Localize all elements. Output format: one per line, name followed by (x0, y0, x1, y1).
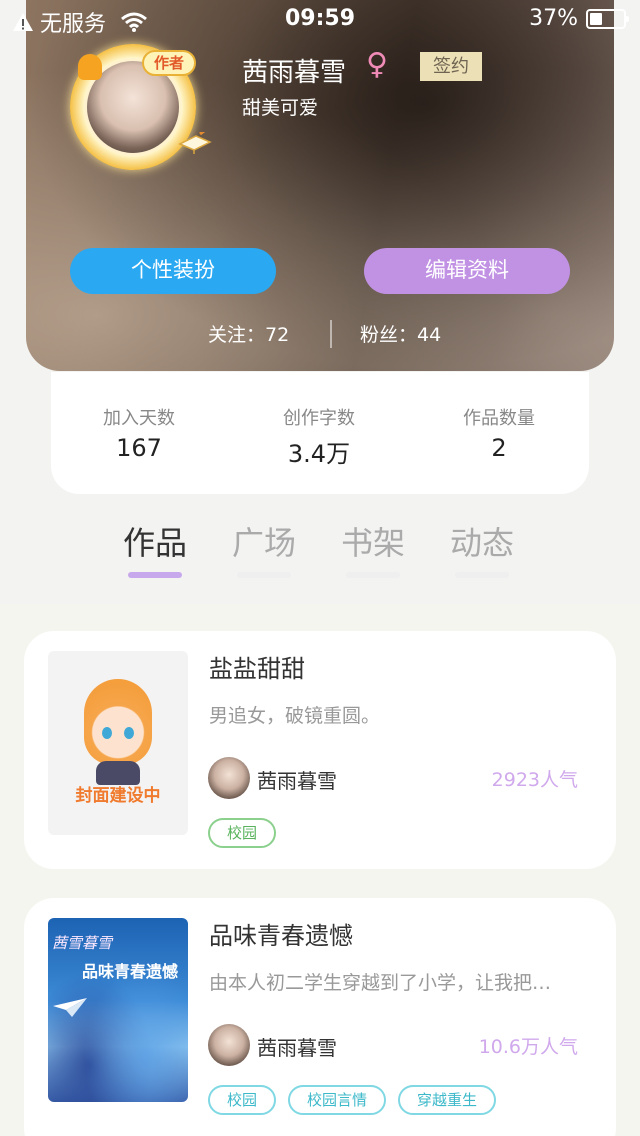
edit-profile-button[interactable]: 编辑资料 (364, 248, 570, 294)
battery-icon (586, 8, 629, 29)
tab-indicator (346, 572, 400, 578)
work-title[interactable]: 品味青春遗憾 (209, 916, 353, 951)
divider (330, 320, 332, 348)
paper-plane-icon (53, 998, 87, 1017)
cover-brand-text: 茜雪暮雪 (52, 934, 113, 952)
author-name[interactable]: 茜雨暮雪 (257, 1032, 337, 1061)
user-avatar-frame[interactable]: 作者 (60, 36, 212, 170)
author-name[interactable]: 茜雨暮雪 (257, 765, 337, 794)
tag-list: 校园 校园言情 穿越重生 (208, 1085, 497, 1115)
stat-join-days: 加入天数 167 (49, 404, 229, 462)
stat-label: 加入天数 (103, 408, 175, 429)
tab-works[interactable]: 作品 (100, 518, 210, 578)
tag[interactable]: 校园 (208, 818, 277, 848)
personal-dress-button[interactable]: 个性装扮 (70, 248, 276, 294)
signed-badge: 签约 (420, 52, 482, 81)
stat-value: 2 (491, 434, 507, 462)
book-pen-icon (178, 132, 212, 154)
tag[interactable]: 穿越重生 (398, 1085, 497, 1115)
work-description: 男追女，破镜重圆。 (209, 705, 381, 727)
fans-count[interactable]: 粉丝：44 (360, 320, 441, 347)
tag[interactable]: 校园言情 (288, 1085, 387, 1115)
work-description: 由本人初二学生穿越到了小学，让我把… (209, 972, 552, 994)
author-avatar[interactable] (208, 1024, 250, 1066)
work-card[interactable]: 茜雪暮雪 品味青春遗憾 品味青春遗憾 由本人初二学生穿越到了小学，让我把… 茜雨… (24, 898, 616, 1136)
book-cover[interactable]: 封面建设中 (48, 651, 188, 835)
cover-title-text: 品味青春遗憾 (82, 962, 179, 981)
status-bar: 无服务 09:59 37% (0, 0, 640, 40)
cover-placeholder-text: 封面建设中 (75, 786, 161, 806)
stat-label: 作品数量 (463, 408, 535, 429)
tab-square[interactable]: 广场 (209, 518, 319, 578)
stat-word-count: 创作字数 3.4万 (229, 404, 409, 469)
stats-card: 加入天数 167 创作字数 3.4万 作品数量 2 (51, 372, 589, 494)
mascot-icon (84, 679, 152, 765)
tab-indicator (237, 572, 291, 578)
tag-list: 校园 (208, 818, 277, 848)
stat-label: 创作字数 (283, 408, 355, 429)
user-bio: 甜美可爱 (242, 97, 319, 119)
tab-label: 动态 (449, 524, 514, 562)
follow-stats: 关注：72 粉丝：44 (0, 320, 640, 350)
tab-label: 作品 (122, 524, 187, 562)
tab-indicator (455, 572, 509, 578)
tab-indicator (128, 572, 182, 578)
popularity-count: 2923人气 (491, 769, 578, 791)
tab-label: 广场 (231, 524, 296, 562)
stat-value: 167 (116, 434, 162, 462)
author-avatar[interactable] (208, 757, 250, 799)
work-card[interactable]: 封面建设中 盐盐甜甜 男追女，破镜重圆。 茜雨暮雪 2923人气 校园 (24, 631, 616, 869)
work-title[interactable]: 盐盐甜甜 (209, 649, 305, 684)
author-badge: 作者 (142, 50, 196, 76)
tab-activity[interactable]: 动态 (427, 518, 537, 578)
content-tabs: 作品 广场 书架 动态 (0, 518, 640, 578)
following-count[interactable]: 关注：72 (208, 320, 289, 347)
tab-bookshelf[interactable]: 书架 (318, 518, 428, 578)
tag[interactable]: 校园 (208, 1085, 277, 1115)
bell-icon (78, 54, 102, 80)
user-nickname: 茜雨暮雪 (242, 58, 347, 88)
popularity-count: 10.6万人气 (478, 1036, 578, 1058)
book-cover[interactable]: 茜雪暮雪 品味青春遗憾 (48, 918, 188, 1102)
battery-percent: 37% (529, 6, 578, 31)
stat-works-count: 作品数量 2 (409, 404, 589, 462)
female-icon: ♀ (366, 47, 388, 82)
stat-value: 3.4万 (287, 440, 351, 468)
tab-label: 书架 (340, 524, 405, 562)
